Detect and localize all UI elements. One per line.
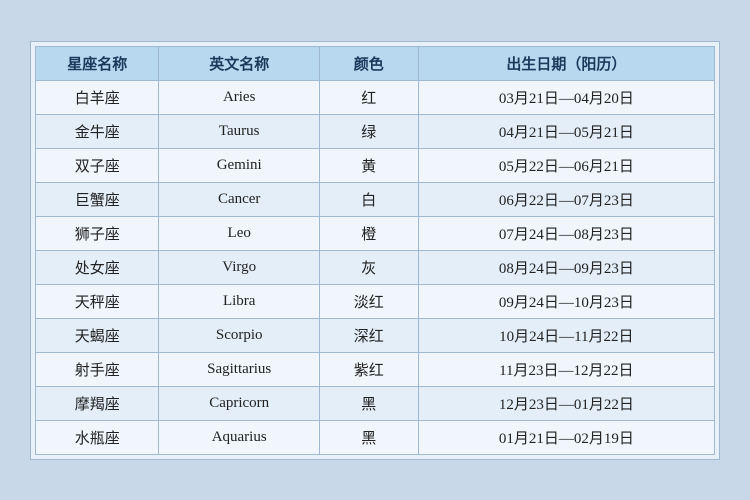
cell-color: 绿	[319, 114, 418, 148]
cell-date: 09月24日—10月23日	[418, 284, 714, 318]
cell-date: 05月22日—06月21日	[418, 148, 714, 182]
cell-en: Scorpio	[159, 318, 319, 352]
table-header-row: 星座名称 英文名称 颜色 出生日期（阳历）	[36, 46, 715, 80]
table-row: 狮子座Leo橙07月24日—08月23日	[36, 216, 715, 250]
cell-zh: 白羊座	[36, 80, 159, 114]
cell-date: 03月21日—04月20日	[418, 80, 714, 114]
cell-color: 白	[319, 182, 418, 216]
cell-date: 08月24日—09月23日	[418, 250, 714, 284]
table-row: 水瓶座Aquarius黑01月21日—02月19日	[36, 420, 715, 454]
cell-en: Aries	[159, 80, 319, 114]
header-date: 出生日期（阳历）	[418, 46, 714, 80]
cell-color: 黄	[319, 148, 418, 182]
cell-color: 淡红	[319, 284, 418, 318]
cell-color: 紫红	[319, 352, 418, 386]
table-row: 射手座Sagittarius紫红11月23日—12月22日	[36, 352, 715, 386]
cell-color: 深红	[319, 318, 418, 352]
cell-en: Sagittarius	[159, 352, 319, 386]
cell-en: Gemini	[159, 148, 319, 182]
cell-color: 橙	[319, 216, 418, 250]
cell-en: Capricorn	[159, 386, 319, 420]
cell-zh: 巨蟹座	[36, 182, 159, 216]
cell-date: 06月22日—07月23日	[418, 182, 714, 216]
table-row: 处女座Virgo灰08月24日—09月23日	[36, 250, 715, 284]
cell-en: Leo	[159, 216, 319, 250]
zodiac-table-container: 星座名称 英文名称 颜色 出生日期（阳历） 白羊座Aries红03月21日—04…	[30, 41, 720, 460]
table-row: 双子座Gemini黄05月22日—06月21日	[36, 148, 715, 182]
cell-zh: 摩羯座	[36, 386, 159, 420]
zodiac-table: 星座名称 英文名称 颜色 出生日期（阳历） 白羊座Aries红03月21日—04…	[35, 46, 715, 455]
cell-en: Taurus	[159, 114, 319, 148]
cell-zh: 狮子座	[36, 216, 159, 250]
cell-zh: 水瓶座	[36, 420, 159, 454]
table-row: 天秤座Libra淡红09月24日—10月23日	[36, 284, 715, 318]
header-color: 颜色	[319, 46, 418, 80]
cell-en: Aquarius	[159, 420, 319, 454]
cell-date: 10月24日—11月22日	[418, 318, 714, 352]
cell-en: Cancer	[159, 182, 319, 216]
cell-zh: 双子座	[36, 148, 159, 182]
cell-date: 04月21日—05月21日	[418, 114, 714, 148]
table-row: 金牛座Taurus绿04月21日—05月21日	[36, 114, 715, 148]
table-row: 天蝎座Scorpio深红10月24日—11月22日	[36, 318, 715, 352]
cell-en: Virgo	[159, 250, 319, 284]
table-row: 摩羯座Capricorn黑12月23日—01月22日	[36, 386, 715, 420]
cell-zh: 天秤座	[36, 284, 159, 318]
cell-date: 01月21日—02月19日	[418, 420, 714, 454]
cell-date: 07月24日—08月23日	[418, 216, 714, 250]
cell-color: 红	[319, 80, 418, 114]
cell-zh: 金牛座	[36, 114, 159, 148]
cell-zh: 处女座	[36, 250, 159, 284]
cell-en: Libra	[159, 284, 319, 318]
header-zh: 星座名称	[36, 46, 159, 80]
cell-color: 黑	[319, 386, 418, 420]
table-body: 白羊座Aries红03月21日—04月20日金牛座Taurus绿04月21日—0…	[36, 80, 715, 454]
cell-zh: 天蝎座	[36, 318, 159, 352]
cell-date: 12月23日—01月22日	[418, 386, 714, 420]
header-en: 英文名称	[159, 46, 319, 80]
table-row: 巨蟹座Cancer白06月22日—07月23日	[36, 182, 715, 216]
cell-zh: 射手座	[36, 352, 159, 386]
cell-color: 黑	[319, 420, 418, 454]
cell-color: 灰	[319, 250, 418, 284]
cell-date: 11月23日—12月22日	[418, 352, 714, 386]
table-row: 白羊座Aries红03月21日—04月20日	[36, 80, 715, 114]
